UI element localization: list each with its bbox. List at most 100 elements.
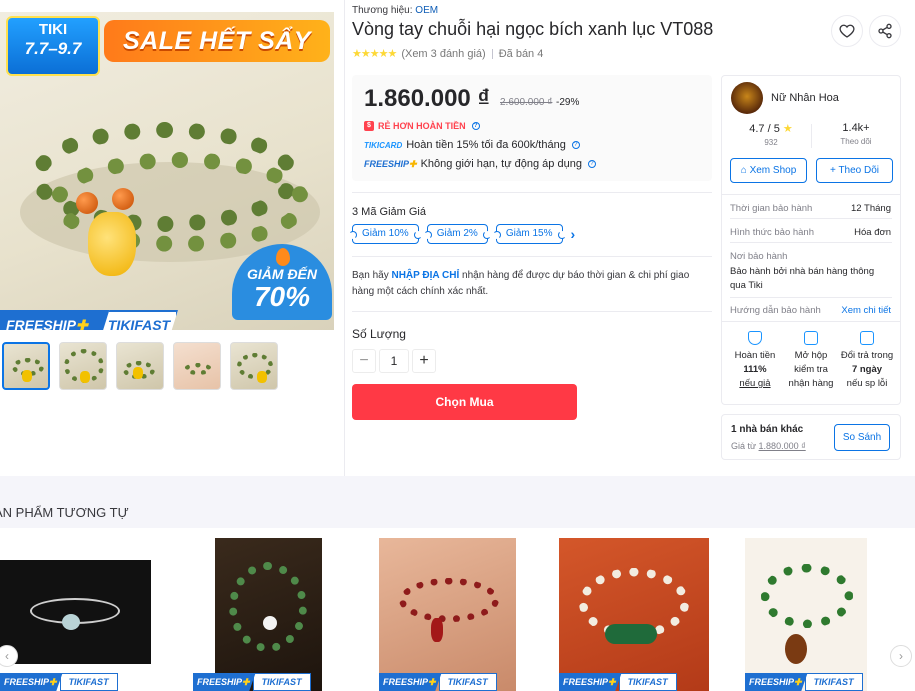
decrease-button[interactable]: −: [352, 349, 376, 373]
guarantee-highlight: 111%: [743, 364, 767, 375]
flame-icon: [276, 248, 290, 266]
tikicard-text: Hoàn tiền 15% tối đa 600k/tháng: [406, 139, 566, 151]
seller-avatar[interactable]: [731, 82, 763, 114]
guarantee-text: nếu sp lỗi: [846, 378, 888, 389]
warranty-guide-link[interactable]: Xem chi tiết: [841, 305, 891, 316]
divider: [352, 256, 712, 257]
freeship-text: Không giới hạn, tự động áp dụng: [420, 158, 582, 170]
view-shop-button[interactable]: ⌂ Xem Shop: [730, 158, 807, 183]
share-icon: [878, 23, 892, 39]
quantity-input[interactable]: 1: [379, 349, 409, 373]
similar-product-card[interactable]: FREESHIP✚ TIKIFAST: [745, 538, 867, 691]
guarantee-link[interactable]: nếu giả: [739, 378, 770, 389]
voucher-chip[interactable]: Giảm 2%: [423, 224, 491, 244]
warranty-place-label: Nơi bảo hành: [730, 251, 788, 262]
price-box: 1.860.000 ₫ 2.600.000 ₫ -29% $ RẺ HƠN HO…: [352, 75, 712, 181]
product-photo: [745, 538, 867, 691]
voucher-chip[interactable]: Giảm 10%: [349, 224, 422, 244]
thumbnail[interactable]: [116, 342, 164, 390]
compare-button[interactable]: So Sánh: [834, 424, 890, 451]
guarantee-return: Đổi trả trong 7 ngày nếu sp lỗi: [838, 331, 896, 391]
guarantee-refund: Hoàn tiền 111% nếu giả: [726, 331, 784, 391]
seller-rating: 4.7 / 5 ★ 932: [731, 122, 811, 147]
sale-ribbon: SALE HẾT SẨY: [104, 20, 330, 62]
shop-icon: ⌂: [740, 165, 747, 176]
cheaper-text: RẺ HƠN HOÀN TIỀN: [378, 121, 466, 131]
reviews-link[interactable]: (Xem 3 đánh giá): [401, 48, 485, 60]
brand-link[interactable]: OEM: [415, 5, 438, 16]
similar-product-card[interactable]: FREESHIP✚ TIKIFAST: [559, 538, 709, 691]
increase-button[interactable]: +: [412, 349, 436, 373]
seller-name[interactable]: Nữ Nhân Hoa: [771, 92, 839, 104]
thumbnail[interactable]: [59, 342, 107, 390]
tikifast-text: TIKIFAST: [438, 673, 497, 691]
buy-button[interactable]: Chọn Mua: [352, 384, 577, 420]
orange-bead: [76, 192, 98, 214]
jade-pendant: [88, 212, 136, 276]
warranty-form-label: Hình thức bảo hành: [730, 227, 815, 238]
brand-label: Thương hiệu:: [352, 5, 413, 16]
price-from: 1.880.000 ₫: [758, 441, 806, 451]
other-sellers-card: 1 nhà bán khác Giá từ 1.880.000 ₫ So Sán…: [721, 414, 901, 460]
thumbnail-list: [2, 342, 278, 390]
info-icon[interactable]: ?: [571, 141, 580, 149]
similar-product-card[interactable]: FREESHIP✚ TIKIFAST: [379, 538, 516, 691]
voucher-chip[interactable]: Giảm 15%: [492, 224, 566, 244]
tikifast-text: TIKIFAST: [804, 673, 863, 691]
price-prefix: Giá từ: [731, 441, 759, 451]
plus-icon: ✚: [76, 317, 88, 330]
cheaper-refund-badge: $ RẺ HƠN HOÀN TIỀN ?: [364, 121, 480, 131]
followers-label: Theo dõi: [840, 137, 872, 146]
divider: [730, 297, 892, 298]
badge-line2: 7.7–9.7: [24, 39, 82, 58]
share-button[interactable]: [869, 15, 901, 47]
freeship-text: FREESHIP: [383, 677, 429, 687]
divider: [352, 311, 712, 312]
freeship-badge: FREESHIP✚ TIKIFAST: [559, 673, 677, 691]
checkbox-icon: [804, 331, 818, 345]
rating-row: ★★★★★ (Xem 3 đánh giá) Đã bán 4: [352, 47, 544, 61]
seller-followers: 1.4k+ Theo dõi: [816, 122, 896, 146]
chevron-right-icon[interactable]: ›: [890, 645, 912, 667]
freeship-row: FREESHIP✚ Không giới hạn, tự động áp dụn…: [364, 158, 596, 170]
sale-banner: TIKI 7.7–9.7 SALE HẾT SẨY: [0, 12, 334, 76]
seller-card: Nữ Nhân Hoa 4.7 / 5 ★ 932 1.4k+ Theo dõi…: [721, 75, 901, 405]
similar-product-card[interactable]: FREESHIP✚ TIKIFAST: [193, 538, 322, 691]
freeship-badge: FREESHIP✚ TIKIFAST: [745, 673, 863, 691]
freeship-text: FREESHIP: [4, 677, 50, 687]
guarantee-text: kiểm tra: [794, 364, 828, 375]
divider: [730, 218, 892, 219]
guarantee-text: Hoàn tiền: [734, 350, 776, 361]
sold-count: Đã bán 4: [498, 47, 544, 60]
freeship-label: FREESHIP✚: [0, 310, 112, 330]
chevron-right-icon[interactable]: ›: [571, 226, 583, 242]
delivery-hint: Bạn hãy NHẬP ĐỊA CHỈ nhận hàng để được d…: [352, 268, 704, 300]
enter-address-link[interactable]: NHẬP ĐỊA CHỈ: [391, 270, 459, 281]
similar-products-title: ẢN PHẨM TƯƠNG TỰ: [0, 505, 129, 520]
freeship-badge: FREESHIP✚ TIKIFAST: [0, 673, 118, 691]
warranty-guide-label: Hướng dẫn bảo hành: [730, 305, 821, 316]
similar-product-card[interactable]: FREESHIP✚ TIKIFAST: [0, 538, 151, 691]
quantity-stepper: − 1 +: [352, 349, 436, 373]
tikifast-label: TIKIFAST: [100, 310, 178, 330]
rating-stars: ★★★★★: [352, 48, 397, 60]
info-icon[interactable]: ?: [587, 160, 596, 168]
thumbnail[interactable]: [173, 342, 221, 390]
product-photo: [215, 538, 322, 691]
freeship-logo: FREESHIP✚: [364, 159, 417, 170]
delivery-text: Bạn hãy: [352, 270, 392, 281]
main-product-image[interactable]: TIKI 7.7–9.7 SALE HẾT SẨY GIẢM ĐẾN 70% F…: [0, 12, 334, 330]
rating-value: 4.7 / 5: [749, 123, 780, 135]
divider: [811, 124, 812, 148]
thumbnail[interactable]: [2, 342, 50, 390]
info-icon[interactable]: ?: [471, 122, 480, 130]
warranty-time-label: Thời gian bảo hành: [730, 203, 813, 214]
wishlist-button[interactable]: [831, 15, 863, 47]
promo-line2: 70%: [253, 281, 311, 312]
thumbnail[interactable]: [230, 342, 278, 390]
promo-line1: GIẢM ĐẾN: [247, 266, 317, 282]
follow-button[interactable]: + Theo Dõi: [816, 158, 893, 183]
other-sellers-price: Giá từ 1.880.000 ₫: [731, 441, 806, 451]
warranty-time-value: 12 Tháng: [851, 203, 891, 214]
product-title: Vòng tay chuỗi hại ngọc bích xanh lục VT…: [352, 19, 714, 39]
